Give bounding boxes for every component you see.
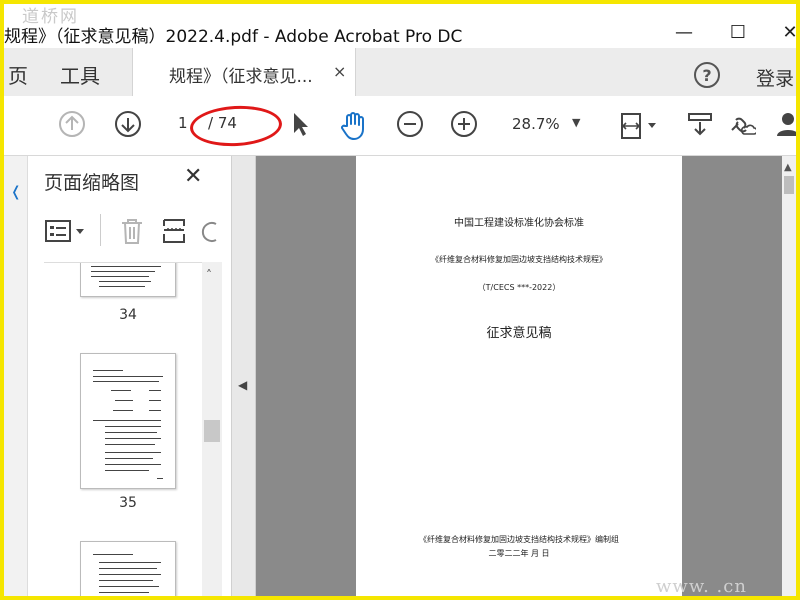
tab-bar: 页 工具 规程》（征求意见... × ? 登录 <box>4 48 796 96</box>
panel-title: 页面缩略图 <box>44 172 140 194</box>
app-window: 规程》（征求意见稿）2022.4.pdf - Adobe Acrobat Pro… <box>0 0 800 600</box>
page-status: 征求意见稿 <box>486 326 552 341</box>
maximize-button[interactable]: ☐ <box>718 18 758 46</box>
close-window-button[interactable]: ✕ <box>770 18 798 46</box>
user-icon <box>777 113 796 136</box>
options-menu-icon <box>45 220 84 242</box>
link-icon <box>731 117 756 135</box>
watermark-bottom: www. .cn <box>656 576 747 597</box>
minimize-button[interactable]: — <box>664 18 704 46</box>
page-thumbnails-panel: 页面缩略图 ✕ 34 35 ˄ <box>28 156 232 596</box>
document-scrollbar[interactable]: ▲ <box>782 156 796 596</box>
zoom-value: 28.7% <box>512 115 560 133</box>
watermark-top: 道桥网 <box>22 7 79 27</box>
share-link-button[interactable] <box>726 110 756 140</box>
panel-divider <box>100 214 101 246</box>
fit-page-button[interactable] <box>618 110 658 142</box>
page-org: 中国工程建设标准化协会标准 <box>454 218 584 229</box>
scrollbar-thumb[interactable] <box>204 420 220 442</box>
document-tab-label: 规程》（征求意见... <box>169 67 313 87</box>
page-standard-name: 《纤维复合材料修复加固边坡支挡结构技术规程》 <box>431 255 607 264</box>
current-page-input[interactable]: 1 <box>178 114 188 132</box>
left-rail: ❬ <box>4 156 28 596</box>
zoom-in-button[interactable] <box>450 110 478 138</box>
chevron-left-icon[interactable]: ◀ <box>238 378 247 392</box>
thumbnail-page-36[interactable] <box>80 541 176 596</box>
panel-toolbar <box>44 214 224 250</box>
scroll-mode-icon <box>688 113 712 136</box>
hand-tool-button[interactable] <box>338 110 370 142</box>
previous-page-button[interactable] <box>58 110 86 138</box>
add-user-button[interactable] <box>776 110 796 138</box>
tab-tools[interactable]: 工具 <box>60 60 100 89</box>
thumbnail-page-34[interactable] <box>80 263 176 297</box>
arrow-down-circle-icon <box>115 111 141 137</box>
next-page-button[interactable] <box>114 110 142 138</box>
main-toolbar: 1 / 74 28.7% ▼ <box>4 96 796 156</box>
thumbnail-list: 34 35 <box>44 262 222 596</box>
pdf-page: 中国工程建设标准化协会标准 《纤维复合材料修复加固边坡支挡结构技术规程》 （T/… <box>356 156 682 596</box>
arrow-up-circle-icon <box>59 111 85 137</box>
rail-indicator-icon[interactable]: ❬ <box>10 184 22 200</box>
thumbnail-page-35[interactable] <box>80 353 176 489</box>
rotate-icon <box>201 222 217 242</box>
document-tab-close-button[interactable]: × <box>333 62 346 81</box>
help-icon: ? <box>702 65 712 85</box>
login-button[interactable]: 登录 <box>756 64 794 91</box>
minimize-icon: — <box>675 21 693 43</box>
collapse-panel-strip[interactable]: ◀ <box>232 156 256 596</box>
thumbnail-label-35: 35 <box>119 495 137 511</box>
thumbnail-label-34: 34 <box>119 307 137 323</box>
thumbnail-scrollbar[interactable]: ˄ <box>202 262 222 596</box>
page-date: 二零二二年 月 日 <box>488 549 550 558</box>
scrolling-mode-button[interactable] <box>686 110 714 138</box>
hand-icon <box>341 112 364 140</box>
minus-circle-icon <box>397 111 423 137</box>
delete-page-button[interactable] <box>118 216 146 250</box>
chevron-up-icon[interactable]: ▲ <box>784 162 792 173</box>
insert-pages-icon <box>163 219 185 243</box>
document-view: ◀ 中国工程建设标准化协会标准 《纤维复合材料修复加固边坡支挡结构技术规程》 （… <box>232 156 796 596</box>
cursor-arrow-icon <box>294 113 308 136</box>
trash-icon <box>122 219 142 244</box>
insert-page-button[interactable] <box>160 216 188 250</box>
fit-width-icon <box>621 113 656 139</box>
page-standard-code: （T/CECS ***-2022） <box>477 283 561 292</box>
panel-close-button[interactable]: ✕ <box>184 164 202 189</box>
help-button[interactable]: ? <box>694 62 720 88</box>
tab-home[interactable]: 页 <box>8 60 28 89</box>
select-tool-button[interactable] <box>288 110 312 138</box>
rotate-page-button[interactable] <box>200 216 220 250</box>
chevron-down-icon: ▼ <box>572 116 581 129</box>
chevron-up-icon[interactable]: ˄ <box>206 268 212 282</box>
thumbnail-options-button[interactable] <box>44 216 88 250</box>
page-compiler: 《纤维复合材料修复加固边坡支挡结构技术规程》编制组 <box>419 535 619 544</box>
maximize-icon: ☐ <box>729 21 747 43</box>
plus-circle-icon <box>451 111 477 137</box>
scrollbar-thumb[interactable] <box>784 176 794 194</box>
zoom-out-button[interactable] <box>396 110 424 138</box>
tab-document[interactable]: 规程》（征求意见... × <box>132 48 356 96</box>
close-icon: ✕ <box>782 21 798 43</box>
zoom-select[interactable]: 28.7% ▼ <box>504 112 590 138</box>
